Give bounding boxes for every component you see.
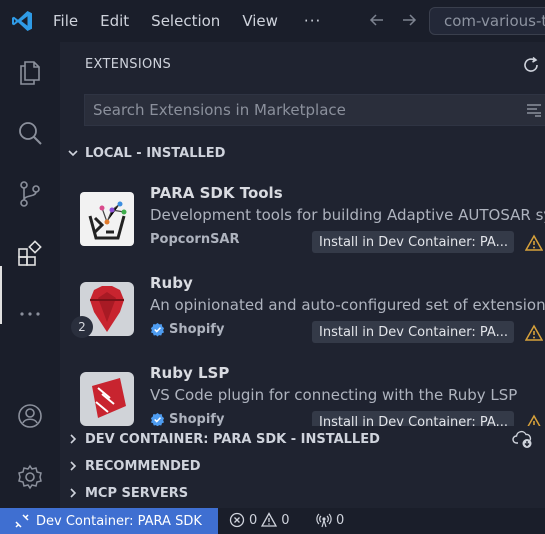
verified-badge-icon	[150, 322, 165, 337]
extensions-sidebar: EXTENSIONS LOCAL - INSTALLED PARA SDK To…	[60, 42, 545, 508]
source-control-icon[interactable]	[16, 180, 44, 208]
menu-view[interactable]: View	[242, 12, 278, 30]
extension-name: Ruby LSP	[150, 364, 230, 382]
extensions-icon[interactable]	[16, 240, 44, 268]
chevron-right-icon	[70, 434, 77, 444]
extension-item-para-sdk-tools[interactable]: PARA SDK Tools Development tools for bui…	[60, 174, 545, 264]
section-label: LOCAL - INSTALLED	[85, 145, 226, 161]
section-mcp-servers[interactable]: MCP SERVERS	[60, 480, 545, 506]
warning-icon	[261, 512, 278, 527]
warning-icon[interactable]	[525, 234, 543, 252]
cloud-download-icon[interactable]	[512, 428, 534, 450]
section-recommended[interactable]: RECOMMENDED	[60, 453, 545, 479]
ports-indicator[interactable]: 0	[316, 512, 344, 528]
menu-more[interactable]: ···	[304, 12, 321, 30]
status-bar: Dev Container: PARA SDK 0 0 0	[0, 508, 545, 534]
remote-label: Dev Container: PARA SDK	[36, 513, 202, 529]
section-label: RECOMMENDED	[85, 458, 201, 474]
accounts-icon[interactable]	[16, 402, 44, 430]
settings-gear-icon[interactable]	[16, 463, 44, 491]
extensions-search-box	[84, 94, 545, 126]
forward-arrow-icon[interactable]	[400, 11, 418, 29]
extension-description: VS Code plugin for connecting with the R…	[150, 386, 518, 404]
active-indicator	[0, 266, 2, 324]
verified-badge-icon	[150, 412, 165, 426]
install-in-dev-container-button[interactable]: Install in Dev Container: PA...	[312, 321, 514, 343]
title-bar: File Edit Selection View ··· com-various…	[0, 0, 545, 42]
broadcast-icon	[316, 513, 332, 528]
chevron-right-icon	[70, 461, 77, 471]
ruby-lsp-logo-icon	[80, 372, 134, 426]
install-in-dev-container-button[interactable]: Install in Dev Container: PA...	[312, 231, 514, 253]
warning-icon[interactable]	[525, 324, 543, 342]
warning-icon[interactable]	[525, 414, 543, 426]
ports-count: 0	[336, 512, 345, 528]
publisher-name[interactable]: Shopify	[169, 322, 224, 337]
section-local-installed[interactable]: LOCAL - INSTALLED	[60, 140, 545, 166]
command-center[interactable]: com-various-ty	[429, 7, 545, 35]
activity-bar	[0, 42, 60, 508]
extension-publisher: Shopify	[150, 412, 224, 426]
explorer-icon[interactable]	[16, 58, 44, 86]
publisher-name[interactable]: PopcornSAR	[150, 232, 240, 247]
para-sdk-tools-logo-icon	[80, 192, 134, 246]
install-count-badge: 2	[71, 316, 93, 338]
chevron-down-icon	[68, 150, 78, 157]
extension-publisher: Shopify	[150, 322, 224, 337]
menu-bar: File Edit Selection View ···	[53, 0, 321, 42]
section-label: MCP SERVERS	[85, 485, 189, 501]
error-icon	[229, 512, 245, 528]
extension-publisher: PopcornSAR	[150, 232, 240, 247]
vscode-logo-icon[interactable]	[10, 9, 34, 33]
search-icon[interactable]	[16, 120, 44, 148]
problems-indicator[interactable]: 0 0	[229, 512, 290, 528]
remote-indicator[interactable]: Dev Container: PARA SDK	[0, 508, 218, 534]
section-dev-container-installed[interactable]: DEV CONTAINER: PARA SDK - INSTALLED	[60, 426, 545, 452]
extensions-search-input[interactable]	[85, 95, 545, 125]
warning-count: 0	[281, 512, 290, 528]
extension-item-ruby[interactable]: Ruby An opinionated and auto-configured …	[60, 264, 545, 354]
remote-connection-icon	[15, 514, 29, 528]
back-arrow-icon[interactable]	[368, 11, 386, 29]
error-count: 0	[249, 512, 258, 528]
sidebar-title: EXTENSIONS	[85, 57, 172, 72]
extension-description: Development tools for building Adaptive …	[150, 206, 545, 224]
extension-name: Ruby	[150, 274, 193, 292]
menu-file[interactable]: File	[53, 12, 78, 30]
refresh-icon[interactable]	[522, 56, 540, 74]
extension-name: PARA SDK Tools	[150, 184, 283, 202]
publisher-name[interactable]: Shopify	[169, 412, 224, 426]
section-label: DEV CONTAINER: PARA SDK - INSTALLED	[85, 431, 380, 447]
chevron-right-icon	[70, 488, 77, 498]
extension-item-ruby-lsp[interactable]: Ruby LSP VS Code plugin for connecting w…	[60, 354, 545, 426]
menu-edit[interactable]: Edit	[100, 12, 129, 30]
menu-selection[interactable]: Selection	[151, 12, 220, 30]
extension-description: An opinionated and auto-configured set o…	[150, 296, 545, 314]
more-views-icon[interactable]	[16, 300, 44, 328]
filter-icon[interactable]	[526, 102, 542, 118]
install-in-dev-container-button[interactable]: Install in Dev Container: PA...	[312, 411, 514, 426]
